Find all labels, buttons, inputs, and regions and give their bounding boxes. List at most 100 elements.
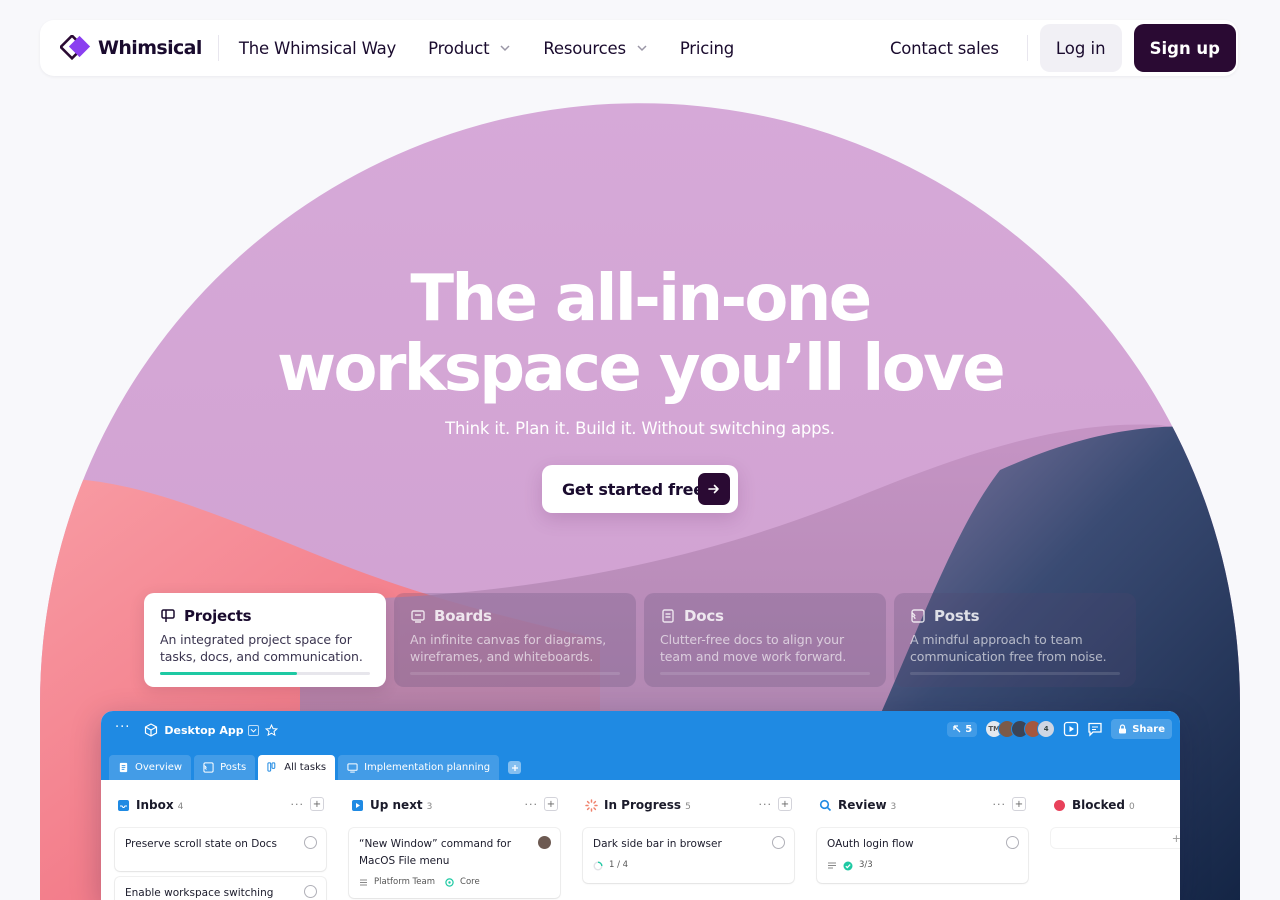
task-card[interactable]: OAuth login flow 3/3 bbox=[817, 828, 1028, 883]
nav-divider bbox=[217, 35, 219, 61]
task-title: Dark side bar in browser bbox=[593, 838, 722, 850]
description-icon bbox=[828, 862, 836, 869]
task-card[interactable]: Dark side bar in browser 1 / 4 bbox=[583, 828, 794, 883]
hero-headline-line-2: workspace you’ll love bbox=[276, 332, 1006, 406]
task-tag: Core bbox=[460, 877, 480, 887]
column-title: In Progress bbox=[604, 798, 682, 812]
app-preview: ··· Desktop App 5 TM 4 Share Overview Po… bbox=[101, 711, 1180, 900]
spinner-icon bbox=[585, 798, 598, 812]
search-icon bbox=[819, 799, 832, 811]
assignee-placeholder-icon[interactable] bbox=[1006, 836, 1019, 849]
feature-card-posts[interactable]: Posts A mindful approach to team communi… bbox=[894, 593, 1136, 687]
column-title: Up next bbox=[370, 798, 423, 812]
assignee-placeholder-icon[interactable] bbox=[772, 836, 785, 849]
nav-link-pricing[interactable]: Pricing bbox=[680, 39, 734, 58]
whimsical-logo-icon bbox=[60, 35, 91, 61]
more-options-icon[interactable]: ··· bbox=[291, 798, 305, 811]
feature-title: Docs bbox=[684, 607, 724, 625]
add-card-button[interactable]: + bbox=[310, 797, 324, 811]
assignee-placeholder-icon[interactable] bbox=[304, 836, 317, 849]
play-icon[interactable] bbox=[1063, 721, 1079, 737]
tab-label: Overview bbox=[135, 762, 183, 773]
get-started-button[interactable]: Get started free bbox=[542, 465, 738, 513]
tab-overview[interactable]: Overview bbox=[109, 755, 192, 780]
feature-progress-track bbox=[660, 672, 870, 675]
column-count: 0 bbox=[1129, 801, 1135, 812]
feature-description: Clutter-free docs to align your team and… bbox=[660, 632, 847, 664]
avatar-stack[interactable]: TM 4 bbox=[985, 720, 1056, 738]
column-review: Review 3 ··· + OAuth login flow 3/3 bbox=[803, 780, 1028, 883]
task-progress: 3/3 bbox=[859, 860, 873, 870]
feature-card-projects[interactable]: Projects An integrated project space for… bbox=[144, 593, 386, 687]
arrow-right-icon bbox=[698, 473, 730, 505]
board-icon bbox=[347, 763, 358, 773]
tab-implementation-planning[interactable]: Implementation planning bbox=[338, 755, 500, 780]
play-icon bbox=[352, 799, 363, 811]
column-header: Blocked 0 bbox=[1037, 780, 1180, 830]
column-actions: ··· + bbox=[993, 797, 1026, 811]
more-options-icon[interactable]: ··· bbox=[759, 798, 773, 811]
chevron-down-icon bbox=[500, 45, 510, 52]
contact-sales-link[interactable]: Contact sales bbox=[890, 39, 999, 58]
column-header: Inbox 4 bbox=[101, 780, 321, 830]
list-icon bbox=[360, 879, 367, 886]
nav-link-label: Product bbox=[428, 38, 490, 58]
add-card-button[interactable]: + bbox=[1051, 828, 1180, 848]
task-title: Preserve scroll state on Docs bbox=[125, 838, 277, 850]
task-title: Enable workspace switching bbox=[125, 887, 274, 899]
add-card-button[interactable]: + bbox=[1012, 797, 1026, 811]
nav-divider bbox=[1026, 35, 1028, 61]
login-button[interactable]: Log in bbox=[1039, 24, 1122, 72]
add-card-button[interactable]: + bbox=[544, 797, 558, 811]
app-header-actions: 5 TM 4 Share bbox=[947, 719, 1172, 739]
add-card-button[interactable]: + bbox=[778, 797, 792, 811]
avatar[interactable] bbox=[538, 836, 551, 849]
signup-button[interactable]: Sign up bbox=[1133, 24, 1236, 72]
add-tab-button[interactable] bbox=[508, 761, 522, 774]
task-title: OAuth login flow bbox=[827, 838, 914, 850]
check-circle-icon bbox=[843, 861, 853, 870]
share-button[interactable]: Share bbox=[1111, 719, 1172, 739]
hero-subheadline: Think it. Plan it. Build it. Without swi… bbox=[445, 419, 835, 438]
more-options-icon[interactable]: ··· bbox=[993, 798, 1007, 811]
active-users-chip[interactable]: 5 bbox=[947, 721, 978, 737]
feature-title: Projects bbox=[184, 607, 252, 625]
column-count: 4 bbox=[177, 801, 184, 812]
more-options-icon[interactable]: ··· bbox=[525, 798, 539, 811]
feature-description: A mindful approach to team communication… bbox=[910, 632, 1107, 664]
feature-progress-track bbox=[910, 672, 1120, 675]
chevron-down-icon[interactable] bbox=[247, 724, 259, 736]
task-card[interactable]: Enable workspace switching bbox=[115, 877, 326, 900]
task-title: “New Window” command for MacOS File menu bbox=[359, 838, 512, 867]
kanban-board: Inbox 4 ··· + Preserve scroll state on D… bbox=[101, 780, 1180, 900]
column-title: Inbox bbox=[136, 798, 174, 812]
column-actions: ··· + bbox=[525, 797, 558, 811]
tab-posts[interactable]: Posts bbox=[194, 755, 256, 780]
task-card[interactable]: “New Window” command for MacOS File menu… bbox=[349, 828, 560, 898]
assignee-placeholder-icon[interactable] bbox=[304, 885, 317, 898]
nav-link-whimsical-way[interactable]: The Whimsical Way bbox=[239, 39, 396, 58]
cube-icon bbox=[145, 723, 158, 737]
column-count: 3 bbox=[890, 801, 897, 812]
column-blocked: Blocked 0 + bbox=[1037, 780, 1180, 845]
more-options-icon[interactable]: ··· bbox=[115, 721, 130, 734]
feature-card-boards[interactable]: Boards An infinite canvas for diagrams, … bbox=[394, 593, 636, 687]
nav-link-product[interactable]: Product bbox=[428, 39, 511, 58]
brand-logo[interactable]: Whimsical bbox=[60, 35, 202, 61]
boards-icon bbox=[411, 610, 425, 623]
star-icon[interactable] bbox=[264, 723, 278, 737]
workspace-title[interactable]: Desktop App bbox=[164, 724, 243, 737]
top-navigation: Whimsical The Whimsical Way Product Reso… bbox=[40, 20, 1238, 76]
column-inbox: Inbox 4 ··· + Preserve scroll state on D… bbox=[101, 780, 326, 900]
comment-icon[interactable] bbox=[1087, 721, 1103, 737]
app-header: ··· Desktop App 5 TM 4 Share Overview Po… bbox=[101, 711, 1180, 780]
tab-all-tasks[interactable]: All tasks bbox=[258, 755, 336, 780]
app-tabs: Overview Posts All tasks Implementation … bbox=[109, 755, 522, 780]
task-meta: Platform Team Core bbox=[359, 874, 532, 891]
column-actions: ··· + bbox=[759, 797, 792, 811]
feature-card-docs[interactable]: Docs Clutter-free docs to align your tea… bbox=[644, 593, 886, 687]
feature-progress-track bbox=[410, 672, 620, 675]
column-actions: ··· + bbox=[291, 797, 324, 811]
nav-link-resources[interactable]: Resources bbox=[543, 39, 647, 58]
task-card[interactable]: Preserve scroll state on Docs bbox=[115, 828, 326, 871]
